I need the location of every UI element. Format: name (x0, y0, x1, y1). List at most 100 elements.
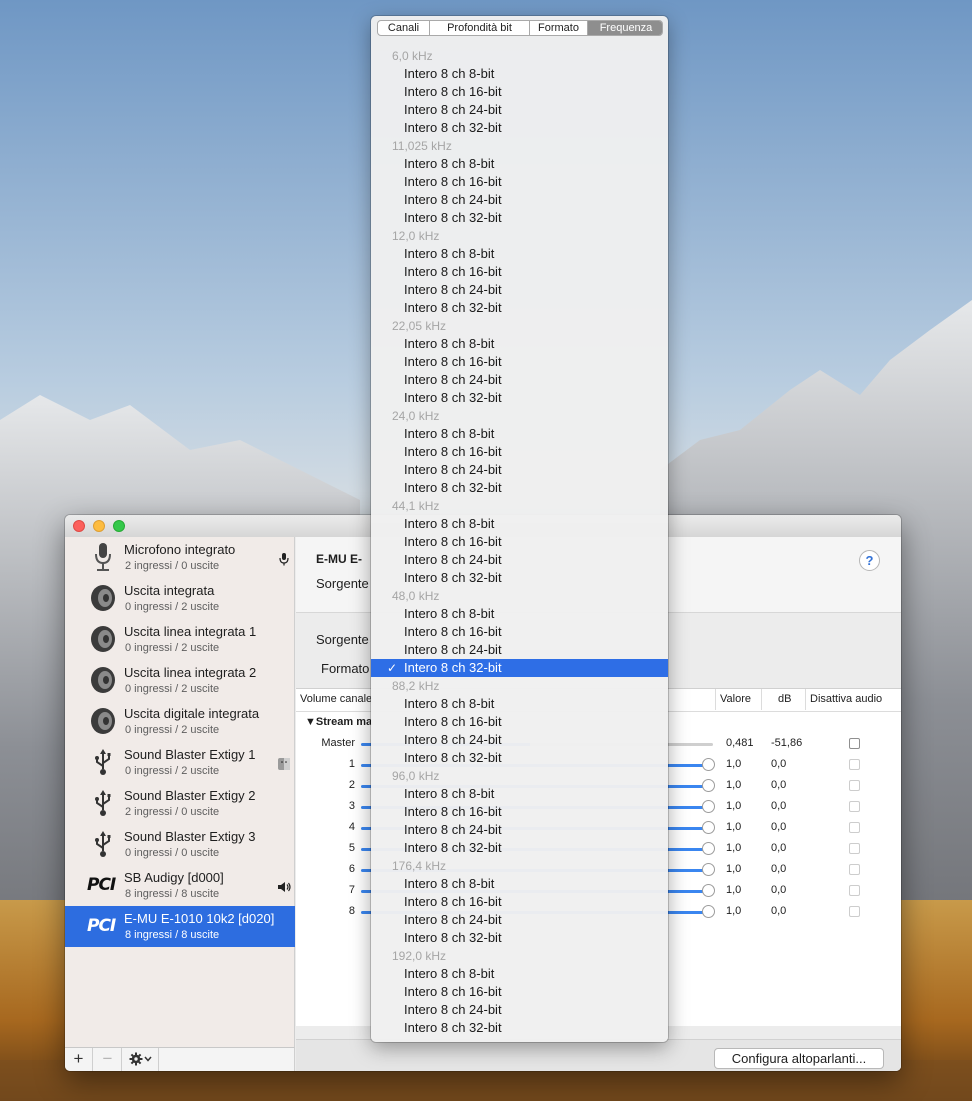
format-menu-item[interactable]: Intero 8 ch 8-bit (371, 875, 668, 893)
slider-knob[interactable] (702, 884, 715, 897)
mute-checkbox[interactable] (849, 738, 860, 749)
format-menu-item[interactable]: Intero 8 ch 24-bit (371, 731, 668, 749)
device-item[interactable]: Microfono integrato 2 ingressi / 0 uscit… (65, 537, 295, 578)
device-item[interactable]: Sound Blaster Extigy 3 0 ingressi / 0 us… (65, 824, 295, 865)
mute-checkbox[interactable] (849, 906, 860, 917)
frequency-group-label: 11,025 kHz (392, 139, 452, 153)
tab-formato[interactable]: Formato (530, 21, 588, 35)
format-menu-item[interactable]: Intero 8 ch 16-bit (371, 893, 668, 911)
format-menu-item[interactable]: Intero 8 ch 8-bit (371, 695, 668, 713)
mute-checkbox[interactable] (849, 759, 860, 770)
format-menu-item-label: Intero 8 ch 16-bit (404, 354, 502, 369)
format-menu-item[interactable]: Intero 8 ch 8-bit (371, 155, 668, 173)
format-menu-item[interactable]: Intero 8 ch 32-bit (371, 119, 668, 137)
slider-knob[interactable] (702, 779, 715, 792)
format-menu-item[interactable]: Intero 8 ch 16-bit (371, 803, 668, 821)
device-item[interactable]: Uscita digitale integrata 0 ingressi / 2… (65, 701, 295, 742)
channel-label: 5 (348, 842, 355, 854)
format-menu-item[interactable]: Intero 8 ch 8-bit (371, 245, 668, 263)
format-menu-item[interactable]: Intero 8 ch 16-bit (371, 263, 668, 281)
input-source-label: Sorgente (316, 632, 369, 647)
device-item[interactable]: Uscita linea integrata 1 0 ingressi / 2 … (65, 619, 295, 660)
device-item-selected[interactable]: PCI E-MU E-1010 10k2 [d020] 8 ingressi /… (65, 906, 295, 947)
format-menu-item[interactable]: Intero 8 ch 16-bit (371, 353, 668, 371)
format-menu-item[interactable]: Intero 8 ch 8-bit (371, 785, 668, 803)
format-menu-item[interactable]: Intero 8 ch 8-bit (371, 605, 668, 623)
format-menu-item[interactable]: Intero 8 ch 24-bit (371, 551, 668, 569)
device-item[interactable]: Sound Blaster Extigy 2 2 ingressi / 0 us… (65, 783, 295, 824)
help-button[interactable]: ? (859, 550, 880, 571)
format-menu-item[interactable]: Intero 8 ch 32-bit (371, 569, 668, 587)
mute-checkbox[interactable] (849, 780, 860, 791)
format-menu-item[interactable]: Intero 8 ch 32-bit (371, 389, 668, 407)
format-menu-item[interactable]: Intero 8 ch 32-bit (371, 209, 668, 227)
format-menu-item[interactable]: Intero 8 ch 24-bit (371, 371, 668, 389)
tab-canali[interactable]: Canali (378, 21, 430, 35)
format-menu-item[interactable]: Intero 8 ch 16-bit (371, 83, 668, 101)
tab-frequenza[interactable]: Frequenza (588, 21, 662, 35)
format-menu-item[interactable]: Intero 8 ch 24-bit (371, 641, 668, 659)
format-menu-item[interactable]: Intero 8 ch 24-bit (371, 911, 668, 929)
column-header-db[interactable]: dB (762, 689, 806, 710)
format-menu-item[interactable]: Intero 8 ch 24-bit (371, 101, 668, 119)
slider-knob[interactable] (702, 800, 715, 813)
device-item[interactable]: Uscita linea integrata 2 0 ingressi / 2 … (65, 660, 295, 701)
slider-knob[interactable] (702, 821, 715, 834)
mute-checkbox[interactable] (849, 822, 860, 833)
slider-knob[interactable] (702, 905, 715, 918)
add-device-button[interactable]: + (65, 1048, 93, 1071)
column-header-value[interactable]: Valore (716, 689, 762, 710)
minimize-button[interactable] (93, 520, 105, 532)
format-menu-item[interactable]: Intero 8 ch 16-bit (371, 173, 668, 191)
format-menu-item[interactable]: Intero 8 ch 32-bit (371, 479, 668, 497)
slider-knob[interactable] (702, 758, 715, 771)
format-menu-item[interactable]: Intero 8 ch 32-bit (371, 929, 668, 947)
device-item[interactable]: Sound Blaster Extigy 1 0 ingressi / 2 us… (65, 742, 295, 783)
format-menu-item[interactable]: Intero 8 ch 24-bit (371, 191, 668, 209)
format-menu-item[interactable]: Intero 8 ch 8-bit (371, 65, 668, 83)
format-menu-item[interactable]: Intero 8 ch 16-bit (371, 623, 668, 641)
mute-checkbox[interactable] (849, 843, 860, 854)
slider-knob[interactable] (702, 863, 715, 876)
zoom-button[interactable] (113, 520, 125, 532)
slider-knob[interactable] (702, 842, 715, 855)
format-menu-item[interactable]: Intero 8 ch 24-bit (371, 1001, 668, 1019)
format-menu-item[interactable]: Intero 8 ch 32-bit (371, 749, 668, 767)
close-button[interactable] (73, 520, 85, 532)
format-menu-item[interactable]: Intero 8 ch 16-bit (371, 443, 668, 461)
format-menu-item[interactable]: Intero 8 ch 16-bit (371, 533, 668, 551)
default-input-icon (279, 553, 289, 566)
device-io: 2 ingressi / 0 uscite (125, 560, 220, 572)
tab-profondita-bit[interactable]: Profondità bit (430, 21, 530, 35)
device-item[interactable]: PCI SB Audigy [d000] 8 ingressi / 8 usci… (65, 865, 295, 906)
filter-segmented-control: Canali Profondità bit Formato Frequenza (377, 20, 663, 36)
format-menu-item-label: Intero 8 ch 32-bit (404, 120, 502, 135)
remove-device-button[interactable]: − (94, 1048, 122, 1071)
format-menu-item[interactable]: Intero 8 ch 8-bit (371, 515, 668, 533)
device-item[interactable]: Uscita integrata 0 ingressi / 2 uscite (65, 578, 295, 619)
format-menu-item[interactable]: Intero 8 ch 8-bit (371, 335, 668, 353)
format-menu-item[interactable]: Intero 8 ch 24-bit (371, 461, 668, 479)
format-menu-item[interactable]: Intero 8 ch 8-bit (371, 425, 668, 443)
format-menu-item[interactable]: Intero 8 ch 24-bit (371, 821, 668, 839)
microphone-icon (95, 543, 111, 571)
format-menu-item[interactable]: Intero 8 ch 32-bit (371, 839, 668, 857)
column-header-mute[interactable]: Disattiva audio (806, 689, 901, 710)
format-menu-item-selected[interactable]: ✓ Intero 8 ch 32-bit (371, 659, 668, 677)
format-menu-item[interactable]: Intero 8 ch 32-bit (371, 299, 668, 317)
device-io: 0 ingressi / 2 uscite (125, 765, 220, 777)
sidebar-footer: + − (65, 1047, 295, 1071)
format-menu-item-label: Intero 8 ch 32-bit (404, 750, 502, 765)
configure-speakers-button[interactable]: Configura altoparlanti... (714, 1048, 884, 1069)
mute-checkbox[interactable] (849, 864, 860, 875)
disclosure-triangle-icon[interactable]: ▼ (305, 716, 316, 728)
format-menu-item[interactable]: Intero 8 ch 16-bit (371, 983, 668, 1001)
mute-checkbox[interactable] (849, 801, 860, 812)
format-menu-item[interactable]: Intero 8 ch 8-bit (371, 965, 668, 983)
format-menu-item[interactable]: Intero 8 ch 16-bit (371, 713, 668, 731)
format-menu-item[interactable]: Intero 8 ch 24-bit (371, 281, 668, 299)
format-menu-item-label: Intero 8 ch 24-bit (404, 912, 502, 927)
format-menu-item[interactable]: Intero 8 ch 32-bit (371, 1019, 668, 1037)
settings-menu-button[interactable] (123, 1048, 159, 1071)
mute-checkbox[interactable] (849, 885, 860, 896)
